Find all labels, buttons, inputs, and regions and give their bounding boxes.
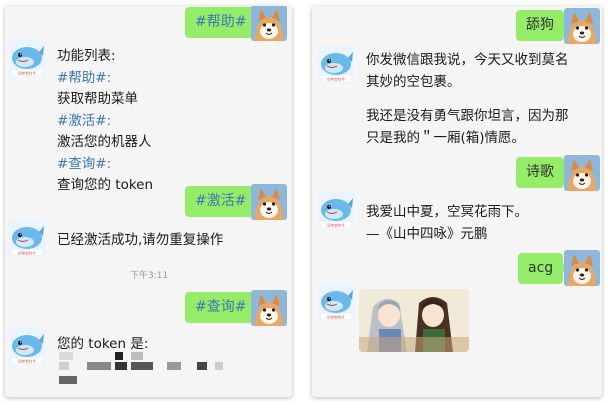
command-help-label: #帮助#: xyxy=(57,69,112,86)
user-avatar-shiba-icon[interactable] xyxy=(251,290,287,326)
outgoing-bubble-query[interactable]: #查询# xyxy=(185,292,262,323)
outgoing-bubble-help[interactable]: #帮助# xyxy=(185,7,262,38)
outgoing-bubble-acg[interactable]: acg xyxy=(518,253,569,284)
user-avatar-shiba-icon[interactable] xyxy=(564,250,600,286)
svg-text:同学会吹牛: 同学会吹牛 xyxy=(18,70,36,75)
svg-text:同学会吹牛: 同学会吹牛 xyxy=(18,250,36,255)
chat-panel-right: 舔狗 同学会吹牛 你发微信跟我说，今天又收到莫名 其妙的空包裹。 我还是没有勇气… xyxy=(312,6,602,397)
poem-line-1: 我爱山中夏，空冥花雨下。 xyxy=(366,204,528,220)
chat-timestamp: 下午3:11 xyxy=(130,271,169,281)
command-help-desc: 获取帮助菜单 xyxy=(57,91,138,107)
bot-avatar-whale-icon[interactable]: 同学会吹牛 xyxy=(318,46,354,82)
bot-function-list-message: 功能列表: #帮助#: 获取帮助菜单 #激活#: 激活您的机器人 #查询#: 查… xyxy=(57,46,153,197)
svg-text:同学会吹牛: 同学会吹牛 xyxy=(327,222,345,227)
command-query-desc: 查询您的 token xyxy=(57,177,154,193)
message-line-4: 只是我的＂一厢(箱)情愿。 xyxy=(366,129,526,146)
bot-poem-message: 我爱山中夏，空冥花雨下。 —《山中四咏》元鹏 xyxy=(366,202,528,245)
svg-text:同学会吹牛: 同学会吹牛 xyxy=(327,314,345,319)
chat-panel-left: #帮助# 同学会吹牛 功能列表: #帮助#: 获取帮助菜单 #激活#: 激活您的… xyxy=(5,6,292,397)
function-list-title: 功能列表: xyxy=(57,48,116,64)
bot-avatar-whale-icon[interactable]: 同学会吹牛 xyxy=(9,220,45,256)
message-line-3: 我还是没有勇气跟你坦言，因为那 xyxy=(366,108,569,124)
anime-girls-image[interactable] xyxy=(359,289,469,352)
bot-activated-message: 已经激活成功,请勿重复操作 xyxy=(57,232,224,248)
command-query-label: #查询#: xyxy=(57,155,112,172)
bot-avatar-whale-icon[interactable]: 同学会吹牛 xyxy=(9,40,45,76)
message-line-1: 你发微信跟我说，今天又收到莫名 xyxy=(366,52,569,68)
poem-line-2: —《山中四咏》元鹏 xyxy=(366,225,488,242)
user-avatar-shiba-icon[interactable] xyxy=(251,184,287,220)
outgoing-bubble-licking-dog[interactable]: 舔狗 xyxy=(516,10,569,41)
bot-avatar-whale-icon[interactable]: 同学会吹牛 xyxy=(9,328,45,364)
command-activate-label: #激活#: xyxy=(57,112,112,129)
command-activate-desc: 激活您的机器人 xyxy=(57,134,152,150)
bot-avatar-whale-icon[interactable]: 同学会吹牛 xyxy=(318,192,354,228)
user-avatar-shiba-icon[interactable] xyxy=(251,6,287,41)
message-line-2: 其妙的空包裹。 xyxy=(366,73,461,90)
svg-text:同学会吹牛: 同学会吹牛 xyxy=(327,76,345,81)
svg-text:同学会吹牛: 同学会吹牛 xyxy=(18,358,36,363)
outgoing-bubble-poetry[interactable]: 诗歌 xyxy=(516,157,569,188)
outgoing-bubble-activate[interactable]: #激活# xyxy=(185,186,262,217)
user-avatar-shiba-icon[interactable] xyxy=(564,8,600,44)
bot-licking-dog-message: 你发微信跟我说，今天又收到莫名 其妙的空包裹。 我还是没有勇气跟你坦言，因为那 … xyxy=(366,50,569,149)
user-avatar-shiba-icon[interactable] xyxy=(564,155,600,191)
token-redacted-mosaic xyxy=(57,352,227,392)
bot-avatar-whale-icon[interactable]: 同学会吹牛 xyxy=(318,284,354,320)
